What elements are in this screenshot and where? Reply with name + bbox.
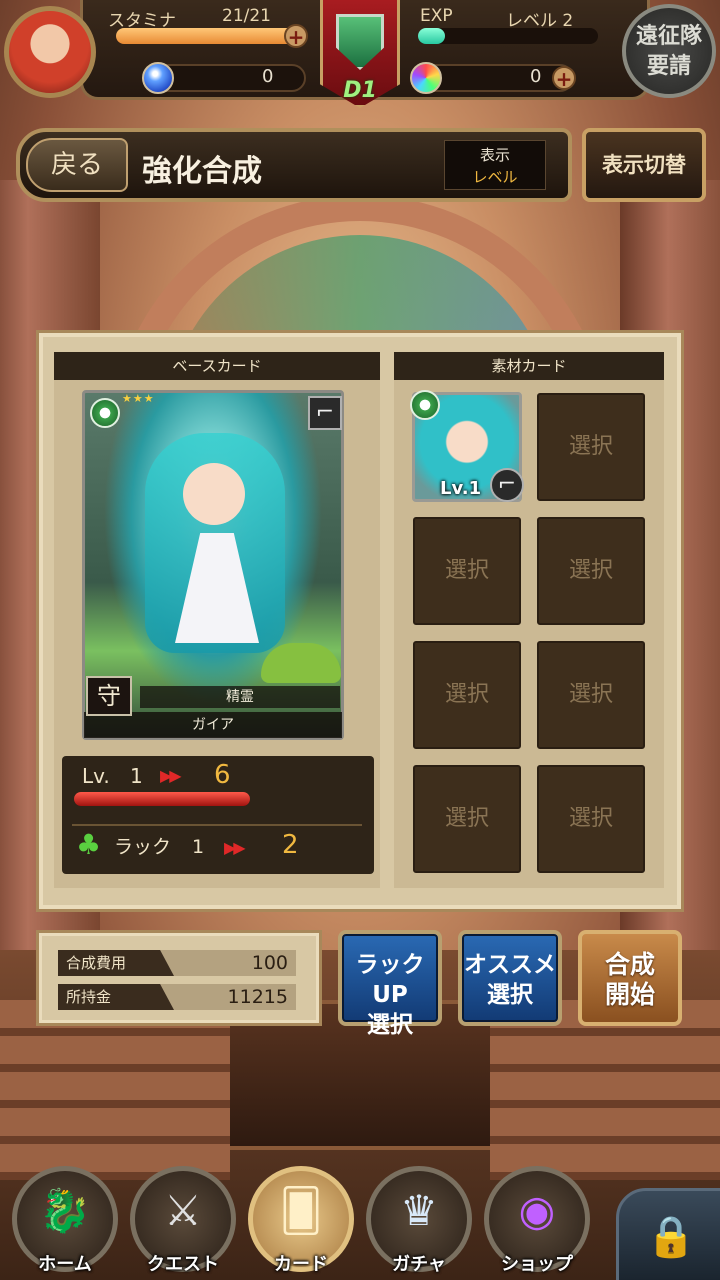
material-slot[interactable]: 選択 [413, 517, 521, 625]
display-mode-value: レベル [472, 168, 518, 186]
exp-bar [418, 28, 598, 44]
gun-icon: ⌐ [490, 468, 524, 502]
nav-home-label: ホーム [38, 1254, 92, 1275]
nav-quest-label: クエスト [147, 1254, 219, 1275]
start-fusion-button[interactable]: 合成 開始 [578, 930, 682, 1026]
material-slot[interactable]: 選択 [413, 765, 521, 873]
wind-icon [410, 390, 440, 420]
material-slot[interactable]: 選択 [537, 765, 645, 873]
luck-up-select-button[interactable]: ラックUP 選択 [338, 930, 442, 1038]
wind-icon [90, 398, 120, 428]
expedition-label-1: 遠征隊 [635, 24, 702, 49]
material-slot[interactable]: 選択 [537, 517, 645, 625]
fusion-cost-row: 合成費用 100 [58, 950, 296, 976]
goddess-icon: ♛ [400, 1186, 438, 1235]
money-label: 所持金 [58, 984, 174, 1010]
player-avatar[interactable] [4, 6, 96, 98]
right-stairs [490, 1000, 720, 1180]
exp-label: EXP [420, 6, 453, 26]
display-mode-indicator: 表示 レベル [444, 140, 546, 190]
level-bar [74, 792, 250, 806]
exp-fill [418, 28, 445, 44]
material-slot[interactable]: 選択 [537, 641, 645, 749]
left-stairs [0, 1000, 230, 1180]
luck-up-select-label: 選択 [367, 1012, 413, 1038]
top-hud: スタミナ 21/21 + 0 D1 EXP レベル 2 0 + 遠征隊 要請 [0, 0, 720, 110]
material-slot[interactable]: 選択 [537, 393, 645, 501]
expedition-label-2: 要請 [646, 54, 691, 79]
card-type-badge: 守 [86, 676, 132, 716]
recommend-select-button[interactable]: オススメ 選択 [458, 930, 562, 1026]
fusion-cost-value: 100 [251, 952, 288, 974]
nav-card-label: カード [274, 1254, 328, 1275]
display-toggle-button[interactable]: 表示切替 [582, 128, 706, 202]
stamina-fill [116, 28, 296, 44]
base-card-header: ベースカード [54, 352, 380, 380]
level-result: 6 [214, 760, 231, 790]
card-race: 精霊 [140, 686, 340, 708]
material-card-level: Lv.1 [440, 478, 482, 499]
card-art-rock [261, 643, 341, 683]
back-button[interactable]: 戻る [26, 138, 128, 192]
rainbow-gem-icon [410, 62, 442, 94]
display-mode-label: 表示 [479, 146, 510, 164]
recommend-label: オススメ [464, 952, 556, 978]
stamina-bar [116, 28, 296, 44]
luck-label: ラック [114, 836, 172, 858]
luck-arrow-icon: ▶▶ [224, 838, 246, 857]
nav-shop-label: ショップ [501, 1254, 573, 1275]
dragon-icon: 🐉 [38, 1186, 92, 1235]
luck-up-label: ラックUP [355, 952, 425, 1008]
rainbow-gem-count: 0 [530, 66, 542, 87]
nav-gacha-label: ガチャ [392, 1254, 446, 1275]
level-bar-fill [74, 792, 250, 806]
luck-result: 2 [282, 830, 299, 860]
blue-gem-icon [142, 62, 174, 94]
material-slot[interactable]: 選択 [413, 641, 521, 749]
level-current: 1 [130, 764, 143, 788]
rarity-stars: ★★★ [122, 392, 155, 405]
gem-plus-button[interactable]: + [552, 66, 576, 90]
card-art-face [183, 463, 245, 525]
stamina-value: 21/21 [222, 6, 271, 26]
material-card-header: 素材カード [394, 352, 664, 380]
money-row: 所持金 11215 [58, 984, 296, 1010]
stamina-plus-button[interactable]: + [284, 24, 308, 48]
lock-icon[interactable]: 🔒 [616, 1188, 720, 1280]
cost-panel [36, 930, 322, 1026]
level-arrow-icon: ▶▶ [160, 766, 182, 785]
recommend-select-label: 選択 [487, 982, 533, 1008]
fusion-cost-label: 合成費用 [58, 950, 174, 976]
fuse-start-label: 開始 [604, 980, 655, 1009]
crossed-swords-icon: ⚔ [164, 1186, 202, 1235]
expedition-request-button[interactable]: 遠征隊 要請 [622, 4, 716, 98]
clover-icon: ♣ [76, 828, 102, 861]
money-value: 11215 [227, 986, 288, 1008]
level-label: Lv. [82, 764, 110, 788]
fuse-label: 合成 [604, 950, 655, 979]
stats-divider [72, 824, 362, 826]
blue-gem-count: 0 [262, 66, 274, 87]
cards-icon: 🂠 [279, 1186, 323, 1235]
rainbow-gem-icon: ◉ [518, 1186, 556, 1235]
page-title: 強化合成 [142, 154, 262, 189]
luck-current: 1 [192, 836, 205, 858]
gun-icon: ⌐ [308, 396, 342, 430]
rank-label: D1 [343, 78, 377, 103]
